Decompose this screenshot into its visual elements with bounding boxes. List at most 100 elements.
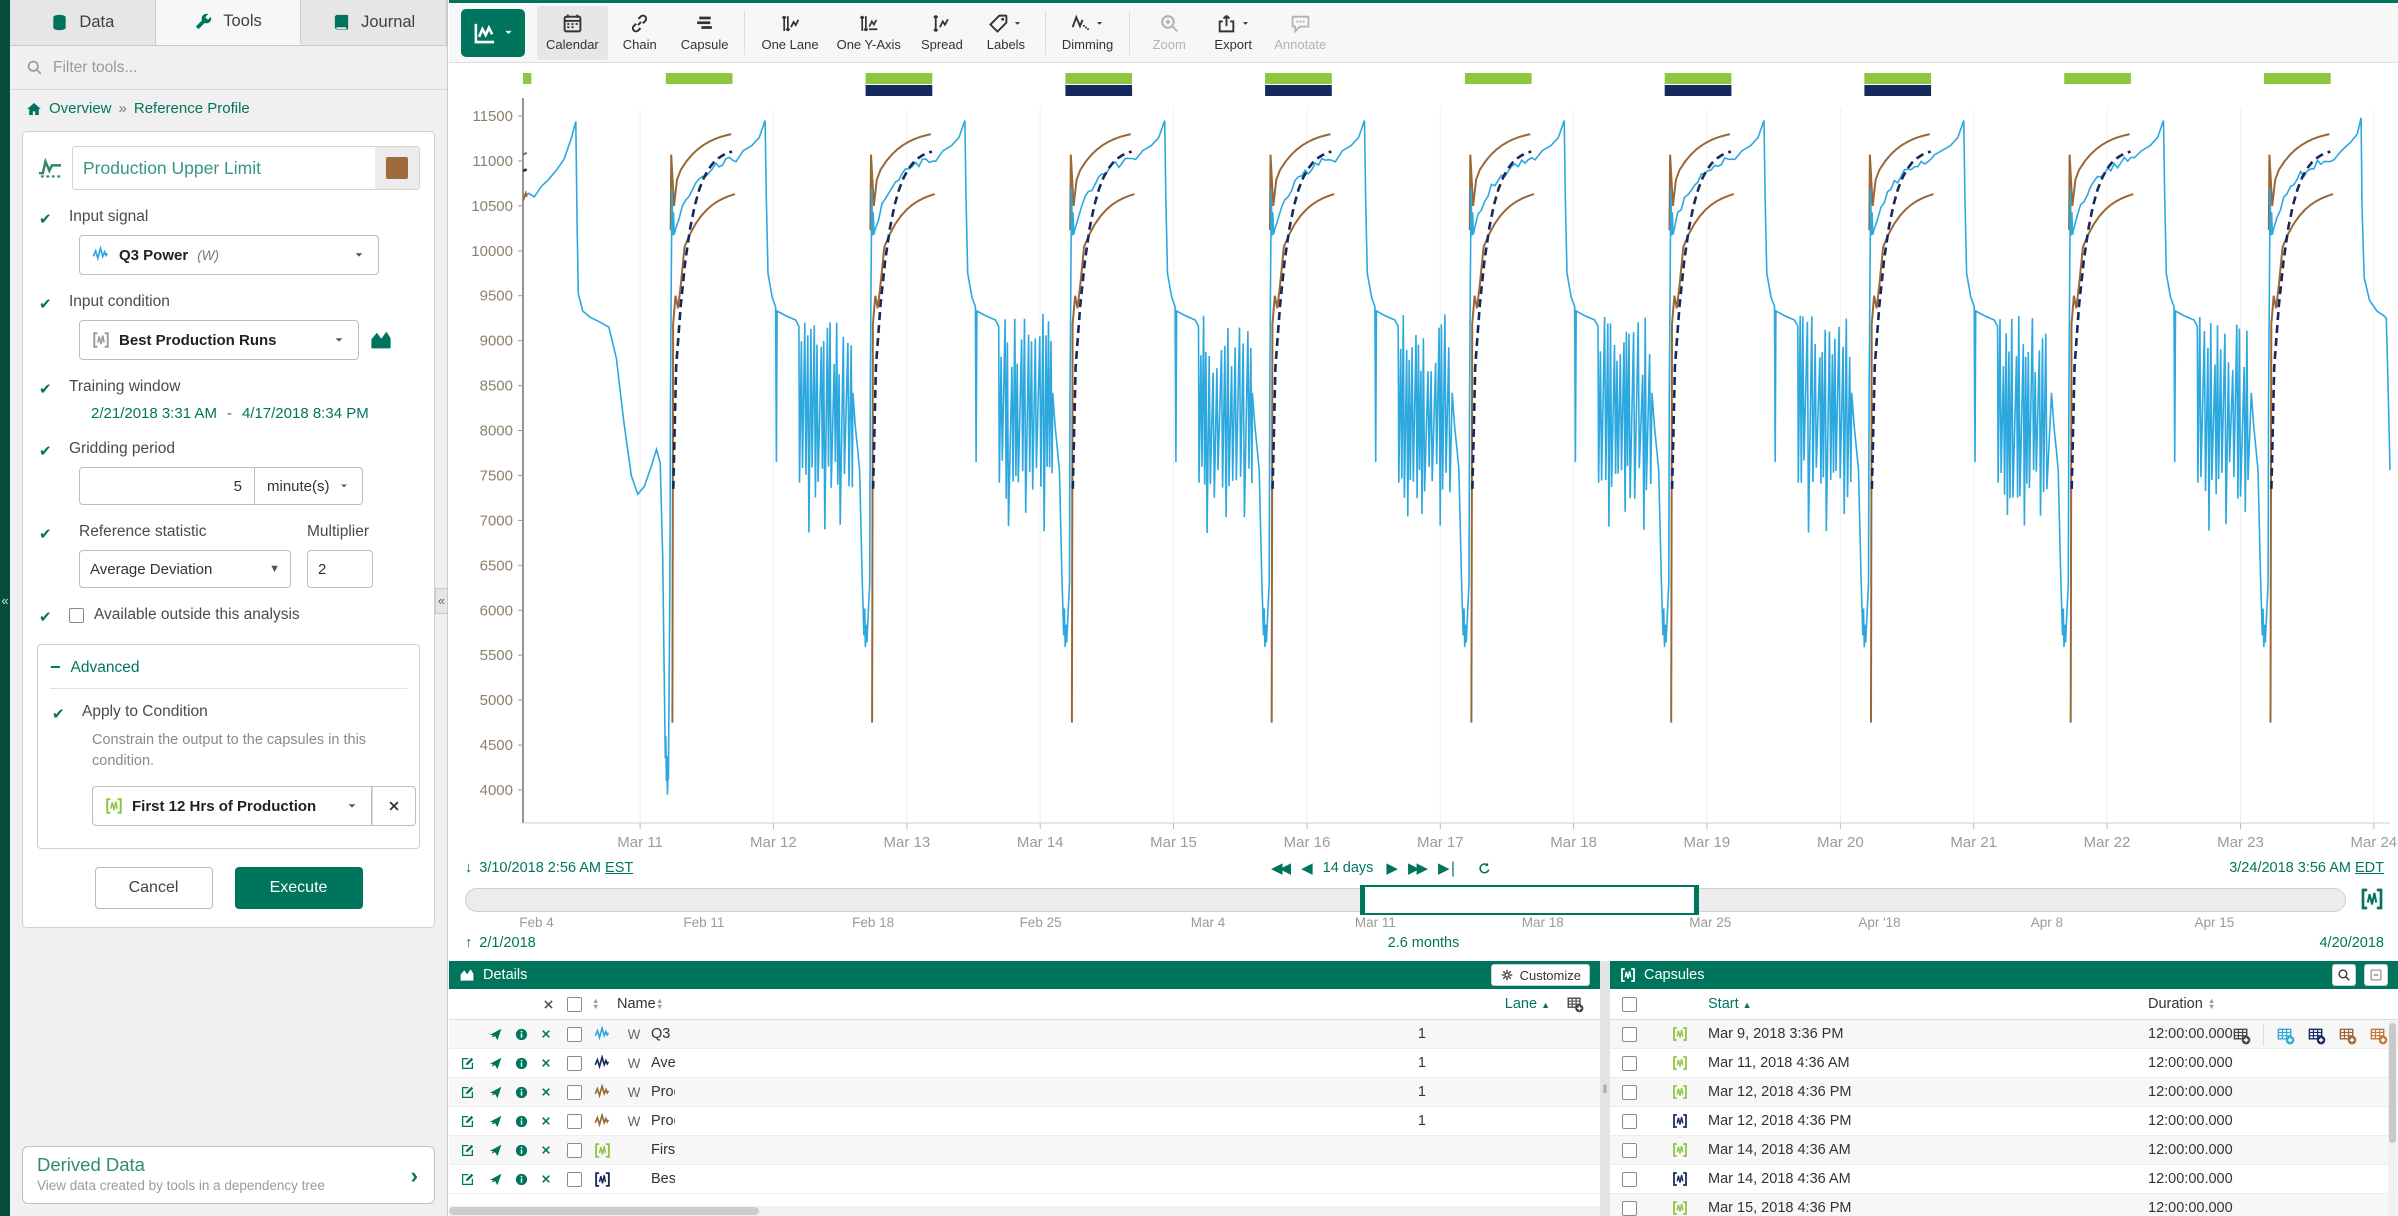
add-capsule-column-icon[interactable] <box>2338 1026 2357 1045</box>
row-checkbox[interactable] <box>567 1085 582 1100</box>
multiplier-input[interactable] <box>307 550 373 588</box>
edit-icon[interactable] <box>460 1084 476 1100</box>
edit-icon[interactable] <box>460 1055 476 1071</box>
add-capsule-column-icon[interactable] <box>2232 1026 2251 1045</box>
add-column-icon[interactable] <box>1566 995 1584 1013</box>
training-window-start[interactable]: 2/21/2018 3:31 AM <box>91 405 217 422</box>
remove-icon[interactable] <box>540 1026 556 1042</box>
details-row[interactable]: First 12 Hrs of Production <box>449 1136 1600 1165</box>
panel-splitter[interactable]: ‖ <box>1600 961 1610 1216</box>
step-back-full-button[interactable]: ◀◀ <box>1271 859 1288 877</box>
input-condition-select[interactable]: Best Production Runs <box>79 320 359 360</box>
row-checkbox[interactable] <box>567 1027 582 1042</box>
trend-chart-area[interactable]: Mar 11Mar 12Mar 13Mar 14Mar 15Mar 16Mar … <box>449 63 2398 858</box>
timeline-track[interactable] <box>465 888 2346 912</box>
item-name[interactable]: Production Upper Limit <box>651 1084 675 1100</box>
details-horizontal-scrollbar[interactable] <box>449 1206 1600 1216</box>
customize-button[interactable]: Customize <box>1491 964 1590 986</box>
tab-journal[interactable]: Journal <box>301 0 447 45</box>
range-start-tz[interactable]: EST <box>605 860 633 876</box>
pin-icon[interactable] <box>488 1055 504 1071</box>
clear-condition-button[interactable] <box>372 786 416 826</box>
edit-icon[interactable] <box>460 1171 476 1187</box>
row-checkbox[interactable] <box>567 1114 582 1129</box>
range-start[interactable]: ↓ 3/10/2018 2:56 AM EST <box>465 860 633 876</box>
investigate-end[interactable]: 4/20/2018 <box>2319 935 2384 951</box>
info-icon[interactable] <box>514 1026 530 1042</box>
toolbar-button-labels[interactable]: Labels <box>974 6 1038 60</box>
edit-icon[interactable] <box>460 1142 476 1158</box>
timeline-selection[interactable] <box>1360 885 1698 915</box>
step-forward-full-button[interactable]: ▶▶ <box>1408 859 1425 877</box>
details-row[interactable]: WProduction Lower Limit1 <box>449 1107 1600 1136</box>
select-all-checkbox[interactable] <box>1622 997 1637 1012</box>
item-name[interactable]: Production Lower Limit <box>651 1113 675 1129</box>
details-row[interactable]: WQ3 Power1 <box>449 1020 1600 1049</box>
toolbar-button-dimming[interactable]: Dimming <box>1053 6 1122 60</box>
lane-header[interactable]: Lane ▲ <box>1505 996 1550 1012</box>
row-checkbox[interactable] <box>1622 1056 1637 1071</box>
info-icon[interactable] <box>514 1055 530 1071</box>
input-signal-select[interactable]: Q3 Power (W) <box>79 235 379 275</box>
view-capsules-button[interactable] <box>369 328 393 352</box>
color-picker-button[interactable] <box>375 147 419 189</box>
info-icon[interactable] <box>514 1113 530 1129</box>
row-checkbox[interactable] <box>567 1143 582 1158</box>
training-window-end[interactable]: 4/17/2018 8:34 PM <box>242 405 369 422</box>
remove-icon[interactable] <box>540 1084 556 1100</box>
selection-left-handle[interactable] <box>1360 885 1365 915</box>
remove-icon[interactable] <box>540 1171 556 1187</box>
capsule-row[interactable]: Mar 14, 2018 4:36 AM12:00:00.000 <box>1610 1136 2398 1165</box>
range-duration[interactable]: 14 days <box>1323 860 1374 876</box>
pin-icon[interactable] <box>488 1171 504 1187</box>
toolbar-button-capsule[interactable]: Capsule <box>672 6 738 60</box>
breadcrumb-overview[interactable]: Overview <box>49 100 112 117</box>
sort-icon[interactable]: ▲▼ <box>656 998 670 1010</box>
tab-tools[interactable]: Tools <box>156 0 302 45</box>
capsule-time-button[interactable] <box>2360 887 2384 911</box>
selection-right-handle[interactable] <box>1694 885 1699 915</box>
toolbar-button-chain[interactable]: Chain <box>608 6 672 60</box>
info-icon[interactable] <box>514 1084 530 1100</box>
collapse-sidebar-handle[interactable]: « <box>435 588 448 614</box>
gridding-period-unit-select[interactable]: minute(s) <box>255 467 363 505</box>
range-end-tz[interactable]: EDT <box>2355 860 2384 876</box>
select-all-checkbox[interactable] <box>567 997 582 1012</box>
toolbar-button-spread[interactable]: Spread <box>910 6 974 60</box>
details-row[interactable]: Best Production Runs <box>449 1165 1600 1194</box>
sort-icon[interactable]: ▲▼ <box>592 998 612 1010</box>
info-icon[interactable] <box>514 1142 530 1158</box>
capsule-row[interactable]: Mar 15, 2018 4:36 PM12:00:00.000 <box>1610 1194 2398 1216</box>
row-checkbox[interactable] <box>1622 1172 1637 1187</box>
capsule-row[interactable]: Mar 11, 2018 4:36 AM12:00:00.000 <box>1610 1049 2398 1078</box>
start-header[interactable]: Start ▲ <box>1708 996 2148 1012</box>
step-forward-half-button[interactable]: ▶ <box>1386 859 1395 877</box>
remove-icon[interactable] <box>540 1055 556 1071</box>
capsule-row[interactable]: Mar 14, 2018 4:36 AM12:00:00.000 <box>1610 1165 2398 1194</box>
toolbar-button-one-y-axis[interactable]: One Y-Axis <box>828 6 910 60</box>
add-capsule-column-icon[interactable] <box>2276 1026 2295 1045</box>
toolbar-button-one-lane[interactable]: One Lane <box>752 6 827 60</box>
pin-icon[interactable] <box>488 1084 504 1100</box>
add-capsule-column-icon[interactable] <box>2307 1026 2326 1045</box>
info-icon[interactable] <box>514 1171 530 1187</box>
home-icon[interactable] <box>26 101 42 117</box>
refresh-icon[interactable] <box>1477 860 1492 877</box>
reference-statistic-select[interactable]: Average Deviation ▼ <box>79 550 291 588</box>
item-name[interactable]: Average Reference Profile <box>651 1055 675 1071</box>
pin-icon[interactable] <box>488 1142 504 1158</box>
duration-header[interactable]: Duration▲▼ <box>2148 996 2398 1012</box>
execute-button[interactable]: Execute <box>235 867 363 909</box>
remove-all-icon[interactable] <box>542 998 555 1011</box>
pin-icon[interactable] <box>488 1026 504 1042</box>
row-checkbox[interactable] <box>1622 1143 1637 1158</box>
apply-condition-select[interactable]: First 12 Hrs of Production <box>92 786 372 826</box>
tab-data[interactable]: Data <box>10 0 156 45</box>
gridding-period-input[interactable]: 5 <box>79 467 255 505</box>
pin-icon[interactable] <box>488 1113 504 1129</box>
range-end[interactable]: 3/24/2018 3:56 AM EDT <box>2229 860 2384 876</box>
capsule-row[interactable]: Mar 12, 2018 4:36 PM12:00:00.000 <box>1610 1078 2398 1107</box>
capsule-row[interactable]: Mar 12, 2018 4:36 PM12:00:00.000 <box>1610 1107 2398 1136</box>
filter-tools-input[interactable] <box>53 59 353 77</box>
view-selector-button[interactable] <box>461 9 525 57</box>
